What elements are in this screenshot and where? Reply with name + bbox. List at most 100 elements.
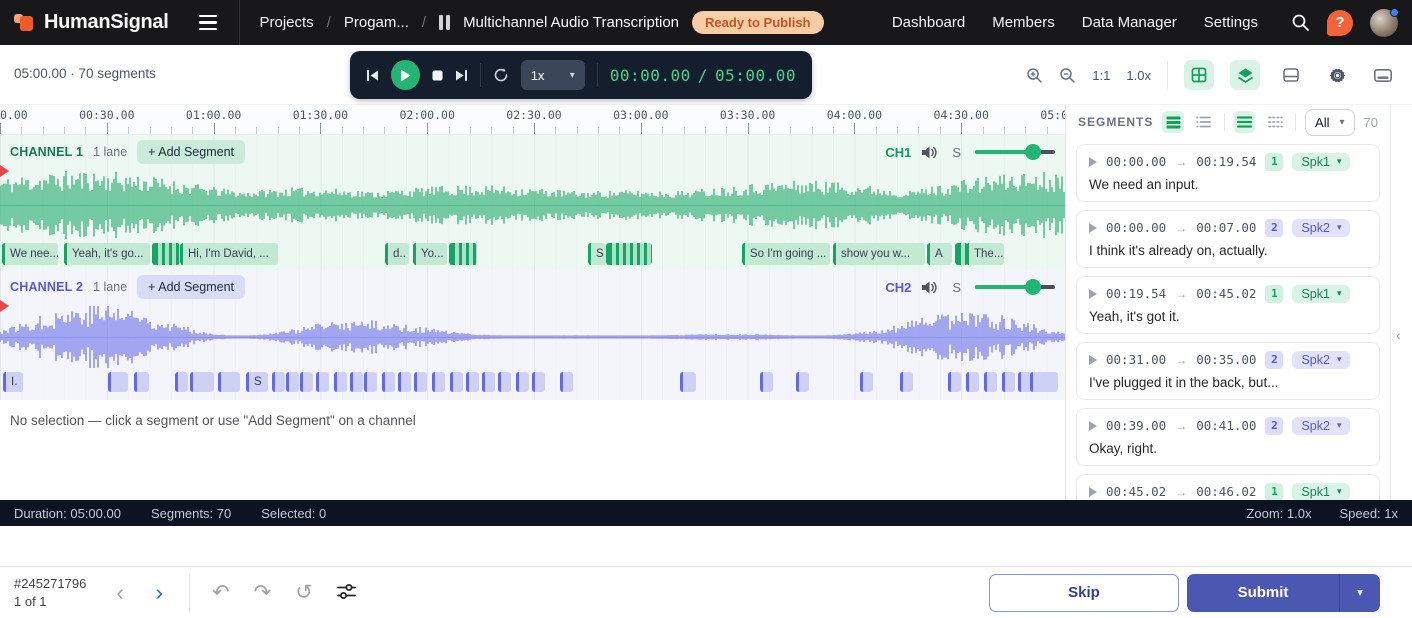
- nav-members[interactable]: Members: [992, 14, 1055, 31]
- annotation-settings-icon[interactable]: [337, 583, 356, 603]
- collapse-panel-icon[interactable]: ‹: [1396, 327, 1401, 343]
- waveform-segment[interactable]: [316, 372, 329, 392]
- speaker-dropdown[interactable]: Spk2▾: [1292, 417, 1350, 435]
- loop-icon[interactable]: [493, 67, 509, 83]
- waveform-segment[interactable]: d..: [385, 243, 409, 265]
- waveform-segment[interactable]: [900, 372, 913, 392]
- waveform-segment[interactable]: [152, 243, 180, 265]
- ratio-reset-button[interactable]: 1:1: [1092, 68, 1110, 83]
- waveform-segment[interactable]: [450, 372, 463, 392]
- nav-settings[interactable]: Settings: [1204, 14, 1258, 31]
- speaker-dropdown[interactable]: Spk1▾: [1292, 285, 1350, 303]
- grid-view-button[interactable]: [1184, 60, 1214, 90]
- speaker-dropdown[interactable]: Spk1▾: [1292, 483, 1350, 500]
- waveform-segment[interactable]: [498, 372, 511, 392]
- waveform-segment[interactable]: show you w...: [833, 243, 925, 265]
- waveform-segment[interactable]: [1002, 372, 1015, 392]
- submit-options-chevron[interactable]: ▾: [1340, 574, 1380, 612]
- waveform-segment[interactable]: [134, 372, 149, 392]
- segment-card[interactable]: 00:39.00→00:41.002Spk2▾Okay, right.: [1076, 408, 1380, 466]
- split-panel-button[interactable]: [1276, 60, 1306, 90]
- segment-card[interactable]: 00:00.00→00:07.002Spk2▾I think it's alre…: [1076, 210, 1380, 268]
- detailed-list-view-icon[interactable]: [1162, 111, 1184, 133]
- skip-to-start-button[interactable]: [366, 69, 379, 82]
- waveform-segment[interactable]: [398, 372, 411, 392]
- waveform-segment[interactable]: We nee...: [2, 243, 58, 265]
- segment-transcript-text[interactable]: Yeah, it's got it.: [1089, 309, 1367, 324]
- nav-dashboard[interactable]: Dashboard: [892, 14, 965, 31]
- waveform-segment[interactable]: [760, 372, 773, 392]
- waveform-segment[interactable]: [860, 372, 873, 392]
- waveform-segment[interactable]: [948, 372, 961, 392]
- speed-dropdown[interactable]: 1x▾: [521, 60, 585, 90]
- reset-icon[interactable]: ↺: [295, 582, 313, 603]
- waveform-ch2[interactable]: [0, 304, 1065, 370]
- skip-to-end-button[interactable]: [455, 69, 468, 82]
- breadcrumb-program[interactable]: Progam...: [344, 14, 409, 31]
- waveform-segment[interactable]: So I'm going ...: [742, 243, 830, 265]
- segment-filter-dropdown[interactable]: All▾: [1305, 109, 1354, 136]
- waveform-segment[interactable]: Yeah, it's go...: [64, 243, 150, 265]
- segment-play-icon[interactable]: [1089, 157, 1097, 167]
- volume-slider-ch2[interactable]: [975, 279, 1055, 295]
- skip-button[interactable]: Skip: [989, 574, 1179, 612]
- waveform-segment[interactable]: [382, 372, 395, 392]
- volume-slider-ch1[interactable]: [975, 144, 1055, 160]
- add-segment-button-ch2[interactable]: + Add Segment: [137, 275, 245, 299]
- segment-transcript-text[interactable]: I've plugged it in the back, but...: [1089, 375, 1367, 390]
- previous-task-button[interactable]: ‹: [112, 582, 127, 604]
- waveform-segment[interactable]: [334, 372, 347, 392]
- add-segment-button-ch1[interactable]: + Add Segment: [137, 140, 245, 164]
- keyboard-panel-icon[interactable]: [1368, 60, 1398, 90]
- segment-transcript-text[interactable]: Okay, right.: [1089, 441, 1367, 456]
- layers-button[interactable]: [1230, 60, 1260, 90]
- segment-play-icon[interactable]: [1089, 487, 1097, 497]
- waveform-segment[interactable]: Hi, I'm David, ...: [180, 243, 278, 265]
- playhead-marker-ch2[interactable]: [0, 300, 9, 312]
- waveform-segment[interactable]: [218, 372, 240, 392]
- waveform-segment[interactable]: [364, 372, 377, 392]
- zoom-in-icon[interactable]: [1026, 67, 1043, 84]
- waveform-segment[interactable]: [532, 372, 545, 392]
- waveform-segment[interactable]: The...: [966, 243, 1004, 265]
- segment-play-icon[interactable]: [1089, 223, 1097, 233]
- rows-view-icon[interactable]: [1234, 111, 1256, 133]
- waveform-segment[interactable]: [1030, 372, 1058, 392]
- nav-data-manager[interactable]: Data Manager: [1082, 14, 1177, 31]
- humansignal-logo[interactable]: HumanSignal: [14, 11, 169, 34]
- waveform-segment[interactable]: [966, 372, 979, 392]
- redo-icon[interactable]: ↷: [254, 582, 272, 603]
- waveform-segment[interactable]: [796, 372, 809, 392]
- waveform-segment[interactable]: Yo...: [413, 243, 447, 265]
- volume-icon[interactable]: [921, 280, 938, 295]
- waveform-segment[interactable]: S: [246, 372, 268, 392]
- segment-play-icon[interactable]: [1089, 289, 1097, 299]
- waveform-segment[interactable]: [680, 372, 696, 392]
- speaker-dropdown[interactable]: Spk1▾: [1292, 153, 1350, 171]
- play-button[interactable]: [391, 60, 420, 90]
- user-avatar[interactable]: [1370, 9, 1398, 37]
- volume-icon[interactable]: [921, 145, 938, 160]
- segment-transcript-text[interactable]: We need an input.: [1089, 177, 1367, 192]
- menu-icon[interactable]: [199, 15, 217, 30]
- waveform-segment[interactable]: I.: [3, 372, 23, 392]
- waveform-segment[interactable]: [606, 243, 652, 265]
- solo-button-ch2[interactable]: S: [952, 280, 961, 295]
- segment-play-icon[interactable]: [1089, 355, 1097, 365]
- timeline-ruler[interactable]: 00:00.0000:30.0001:00.0001:30.0002:00.00…: [0, 105, 1065, 135]
- submit-button[interactable]: Submit: [1187, 574, 1339, 612]
- waveform-segment[interactable]: [482, 372, 495, 392]
- waveform-segment[interactable]: [108, 372, 128, 392]
- waveform-segment[interactable]: S: [588, 243, 606, 265]
- waveform-segment[interactable]: [286, 372, 299, 392]
- segment-transcript-text[interactable]: I think it's already on, actually.: [1089, 243, 1367, 258]
- speaker-dropdown[interactable]: Spk2▾: [1292, 219, 1350, 237]
- segment-card[interactable]: 00:00.00→00:19.541Spk1▾We need an input.: [1076, 144, 1380, 202]
- waveform-segment[interactable]: [272, 372, 285, 392]
- settings-gear-icon[interactable]: [1322, 60, 1352, 90]
- waveform-segment[interactable]: [466, 372, 479, 392]
- waveform-segment[interactable]: A: [927, 243, 952, 265]
- playhead-marker-ch1[interactable]: [0, 165, 9, 177]
- breadcrumb-projects[interactable]: Projects: [260, 14, 314, 31]
- segment-card[interactable]: 00:19.54→00:45.021Spk1▾Yeah, it's got it…: [1076, 276, 1380, 334]
